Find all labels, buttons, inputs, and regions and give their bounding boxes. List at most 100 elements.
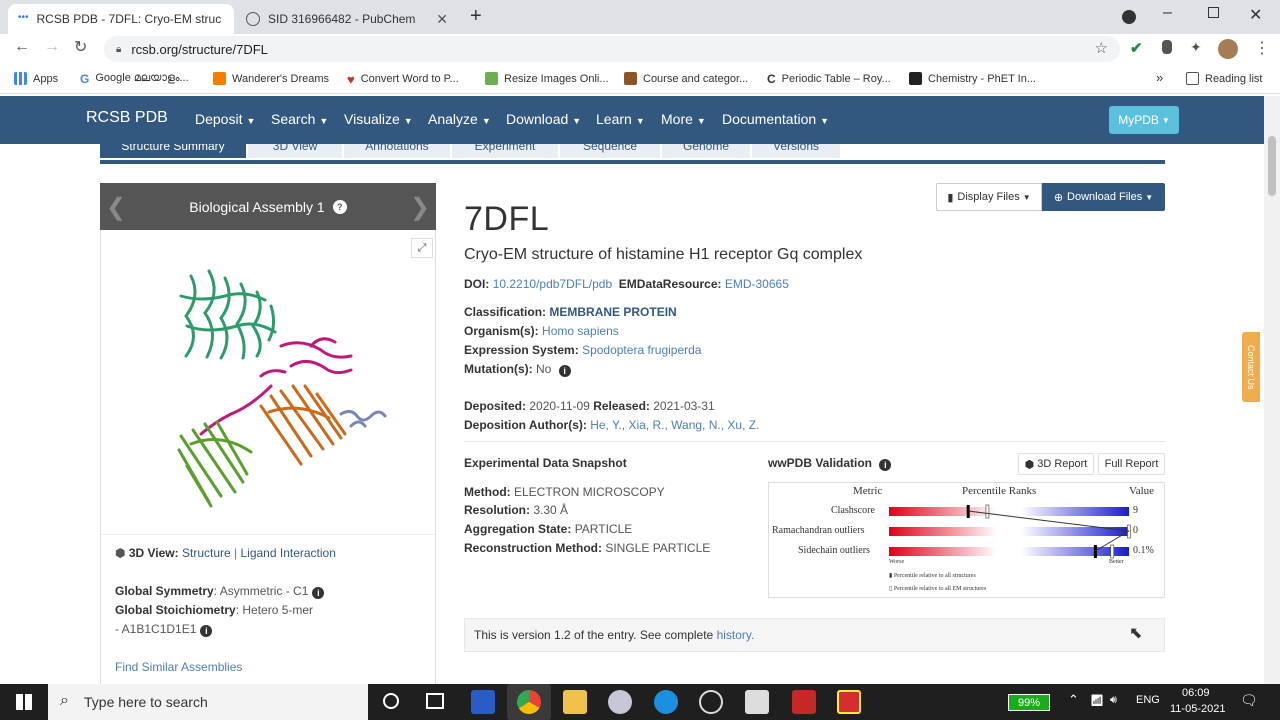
display-files-button[interactable]: ▮ Display Files ▼: [936, 183, 1042, 211]
photos-app-icon[interactable]: [471, 690, 495, 714]
history-link[interactable]: history.: [717, 628, 755, 642]
bookmark-periodic-table[interactable]: C Periodic Table – Roy...: [767, 72, 891, 86]
taskbar-search-box[interactable]: ⌕ Type here to search: [48, 684, 368, 720]
tab-genome[interactable]: Genome: [662, 144, 750, 158]
download-files-button[interactable]: ⊕ Download Files ▼: [1042, 183, 1165, 211]
bookmark-label: Google മലയാളം...: [95, 72, 189, 84]
forward-arrow-icon[interactable]: →: [44, 38, 60, 56]
battery-indicator[interactable]: 99%: [1008, 694, 1050, 711]
authors-link[interactable]: He, Y., Xia, R., Wang, N., Xu, Z.: [590, 418, 759, 432]
tab-3d-view[interactable]: 3D View: [248, 144, 342, 158]
edge-icon[interactable]: [654, 690, 678, 714]
info-icon[interactable]: i: [200, 625, 213, 637]
nav-search[interactable]: Search ▼: [271, 111, 328, 127]
tab-versions[interactable]: Versions: [752, 144, 840, 158]
bookmarks-bar: Apps G Google മലയാളം... Wanderer's Dream…: [0, 64, 1280, 94]
window-close-icon[interactable]: ✕: [1249, 5, 1262, 25]
url-field[interactable]: 🔒︎ rcsb.org/structure/7DFL ☆: [104, 36, 1120, 62]
entry-id: 7DFL: [464, 200, 550, 238]
3d-report-button[interactable]: ⬢ 3D Report: [1018, 453, 1094, 475]
tab-experiment[interactable]: Experiment: [452, 144, 558, 158]
bookmark-star-icon[interactable]: ☆: [1095, 39, 1108, 57]
info-icon[interactable]: i: [312, 587, 325, 599]
classification-link[interactable]: MEMBRANE PROTEIN: [549, 305, 676, 319]
rcsb-logo[interactable]: RCSB PDB: [86, 109, 168, 127]
app-icon[interactable]: [608, 690, 632, 714]
bookmark-resize-images[interactable]: Resize Images Onli...: [485, 72, 609, 85]
close-tab-icon[interactable]: ✕: [436, 11, 448, 28]
nav-deposit[interactable]: Deposit ▼: [195, 111, 255, 127]
bookmark-wanderers-dreams[interactable]: Wanderer's Dreams: [213, 72, 329, 85]
language-indicator[interactable]: ENG: [1136, 694, 1160, 706]
organism-link[interactable]: Homo sapiens: [542, 324, 619, 338]
contact-us-tab[interactable]: Contact Us: [1242, 332, 1260, 402]
ligand-interaction-link[interactable]: Ligand Interaction: [240, 546, 335, 560]
clock-time[interactable]: 06:09: [1182, 687, 1210, 699]
new-tab-icon[interactable]: +: [470, 5, 482, 28]
more-bookmarks-icon[interactable]: »: [1156, 70, 1163, 85]
clock-date[interactable]: 11-05-2021: [1170, 703, 1225, 715]
minimize-icon[interactable]: –: [1163, 4, 1172, 22]
cortana-icon[interactable]: [383, 693, 399, 709]
structure-image[interactable]: ⤢: [121, 236, 433, 528]
nav-documentation[interactable]: Documentation ▼: [722, 111, 829, 127]
display-files-label: Display Files: [957, 191, 1020, 203]
puzzle-extensions-icon[interactable]: ✦: [1190, 39, 1202, 56]
expression-link[interactable]: Spodoptera frugiperda: [582, 343, 701, 357]
tray-chevron-icon[interactable]: ⌃: [1068, 692, 1079, 708]
nav-learn[interactable]: Learn ▼: [596, 111, 645, 127]
help-icon[interactable]: ?: [332, 199, 347, 214]
full-report-button[interactable]: Full Report: [1098, 453, 1165, 475]
find-similar-assemblies[interactable]: Find Similar Assemblies: [115, 660, 242, 674]
bookmark-phet[interactable]: Chemistry - PhET In...: [909, 72, 1036, 85]
maximize-icon[interactable]: [1208, 7, 1219, 18]
terminal-icon[interactable]: [745, 690, 769, 714]
extension-icon[interactable]: [1162, 40, 1172, 54]
nav-download[interactable]: Download ▼: [506, 111, 581, 127]
notifications-icon[interactable]: 🗨︎: [1240, 692, 1258, 709]
back-arrow-icon[interactable]: ←: [14, 38, 30, 56]
info-icon[interactable]: i: [558, 365, 571, 377]
wifi-icon[interactable]: 📶︎: [1090, 694, 1104, 707]
app-icon-2[interactable]: [837, 690, 861, 714]
prev-assembly-arrow-icon[interactable]: ❮: [106, 193, 126, 222]
task-view-icon[interactable]: [426, 693, 444, 709]
next-assembly-arrow-icon[interactable]: ❯: [410, 193, 430, 222]
reading-list[interactable]: Reading list: [1186, 72, 1262, 85]
reload-icon[interactable]: ↻: [74, 37, 87, 57]
doi-link[interactable]: 10.2210/pdb7DFL/pdb: [493, 277, 612, 291]
profile-media-icon[interactable]: [1122, 10, 1136, 24]
bookmark-course[interactable]: Course and categor...: [624, 72, 748, 85]
nav-more[interactable]: More ▼: [661, 111, 706, 127]
avatar[interactable]: [1218, 39, 1238, 59]
bookmark-apps[interactable]: Apps: [14, 72, 58, 85]
tab-rcsb[interactable]: ••• RCSB PDB - 7DFL: Cryo-EM struc: [8, 4, 234, 34]
windows-start-icon[interactable]: [16, 694, 32, 710]
find-similar-assemblies-link[interactable]: Find Similar Assemblies: [115, 660, 242, 674]
tab-sequence[interactable]: Sequence: [560, 144, 660, 158]
info-icon[interactable]: i: [879, 459, 892, 471]
menu-kebab-icon[interactable]: ⋮: [1254, 38, 1270, 58]
expand-icon[interactable]: ⤢: [411, 238, 433, 258]
tab-structure-summary[interactable]: Structure Summary: [100, 144, 246, 158]
check-extension-icon[interactable]: ✔: [1130, 39, 1143, 57]
scrollbar-thumb[interactable]: [1268, 136, 1276, 196]
tab-pubchem[interactable]: SID 316966482 - PubChem ✕: [236, 4, 458, 34]
bookmark-google[interactable]: G Google മലയാളം...: [80, 72, 189, 86]
volume-icon[interactable]: 🔊︎: [1110, 694, 1117, 707]
emdb-link[interactable]: EMD-30665: [725, 277, 789, 291]
doi-row: DOI: 10.2210/pdb7DFL/pdb EMDataResource:…: [464, 277, 789, 291]
structure-link[interactable]: Structure: [182, 546, 231, 560]
obs-icon[interactable]: [699, 690, 723, 714]
chrome-icon[interactable]: [517, 690, 541, 714]
tab-annotations[interactable]: Annotations: [344, 144, 450, 158]
bookmark-convert-word[interactable]: ♥ Convert Word to P...: [347, 72, 459, 87]
nav-visualize[interactable]: Visualize ▼: [344, 111, 413, 127]
experimental-heading-text: Experimental Data Snapshot: [464, 456, 627, 470]
mypdb-button[interactable]: MyPDB ▼: [1109, 106, 1179, 134]
page-scrollbar[interactable]: [1264, 96, 1280, 684]
pdf-app-icon[interactable]: [792, 690, 816, 714]
nav-analyze[interactable]: Analyze ▼: [428, 111, 491, 127]
file-explorer-icon[interactable]: [563, 690, 587, 714]
validation-slider-graphic[interactable]: Metric Percentile Ranks Value Clashscore…: [768, 482, 1165, 598]
